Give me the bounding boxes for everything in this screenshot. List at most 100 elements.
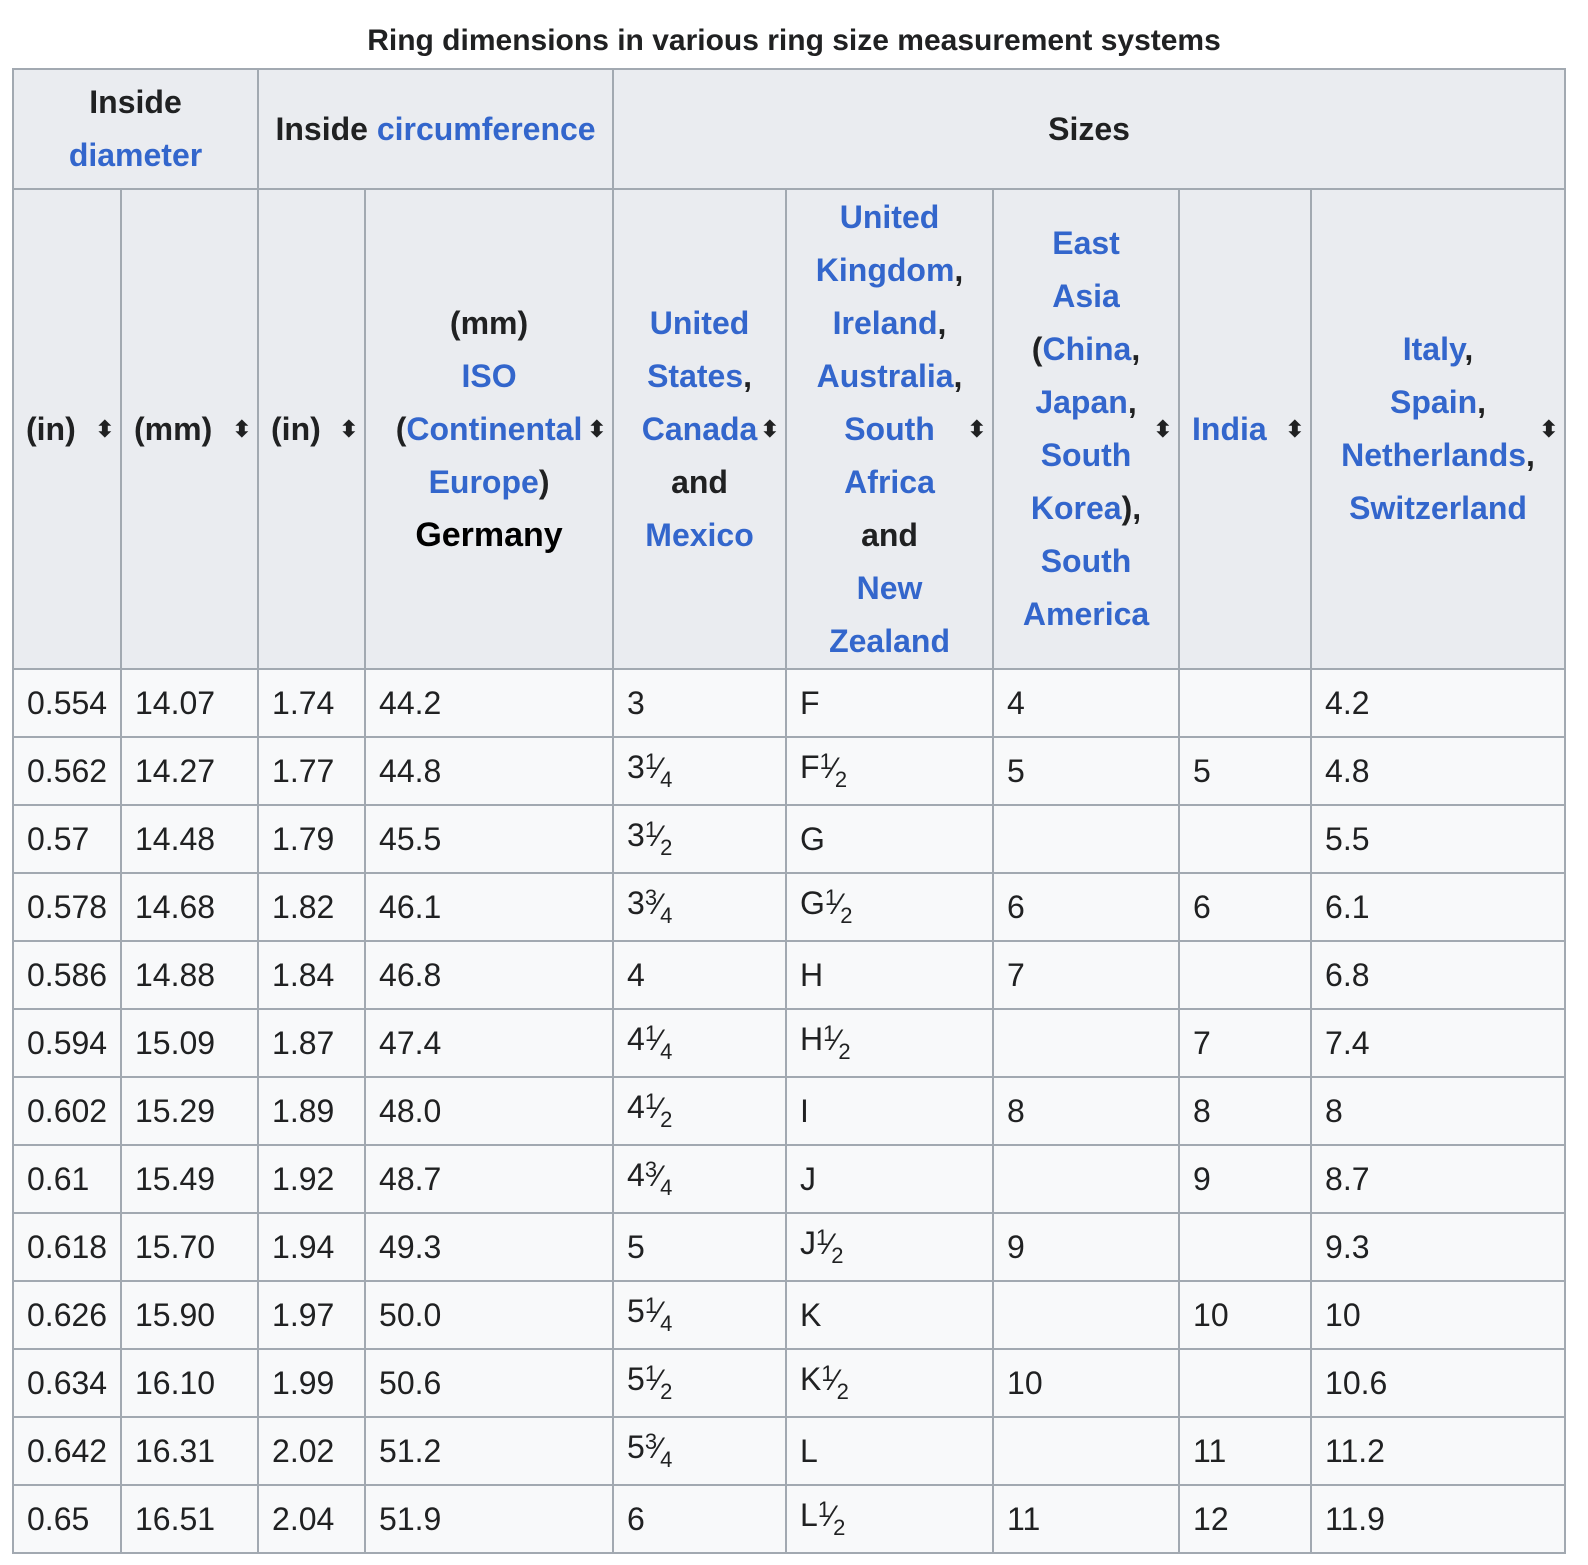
iso-link[interactable]: ISO bbox=[461, 358, 516, 394]
cell-iso: 46.1 bbox=[364, 872, 615, 942]
cell-india-size bbox=[1178, 804, 1313, 874]
fraction: 3⁄4 bbox=[644, 1429, 673, 1472]
south-korea-link[interactable]: South Korea bbox=[1031, 437, 1131, 526]
fraction-half: 1⁄2 bbox=[819, 749, 848, 792]
col-italy-spain[interactable]: Italy, Spain, Netherlands, Switzerland ⬍ bbox=[1310, 188, 1567, 670]
mexico-link[interactable]: Mexico bbox=[645, 517, 753, 553]
australia-link[interactable]: Australia bbox=[817, 358, 954, 394]
cell-east-asia-size: 7 bbox=[992, 940, 1181, 1010]
cell-east-asia-size: 4 bbox=[992, 668, 1181, 738]
cell-diameter-mm: 14.27 bbox=[119, 736, 260, 806]
east-asia-link[interactable]: East Asia bbox=[1052, 225, 1120, 314]
cell-circumference-in: 1.97 bbox=[257, 1280, 367, 1350]
uk-link[interactable]: United Kingdom bbox=[816, 199, 955, 288]
cell-uk-size: I bbox=[785, 1076, 995, 1146]
cell-india-size: 8 bbox=[1178, 1076, 1313, 1146]
col-iso[interactable]: (mm) ISO (Continental Europe) Germany ⬍ bbox=[364, 188, 615, 670]
cell-east-asia-size bbox=[992, 1416, 1181, 1486]
china-link[interactable]: China bbox=[1042, 331, 1131, 367]
cell-us-size: 43⁄4 bbox=[612, 1144, 788, 1214]
south-africa-link[interactable]: South Africa bbox=[844, 411, 935, 500]
japan-link[interactable]: Japan bbox=[1035, 384, 1127, 420]
sort-icon[interactable]: ⬍ bbox=[1154, 403, 1172, 456]
col-diameter-in[interactable]: (in) ⬍ bbox=[12, 188, 122, 670]
cell-diameter-mm: 15.49 bbox=[119, 1144, 260, 1214]
cell-uk-size: F1⁄2 bbox=[785, 736, 995, 806]
fraction: 3⁄4 bbox=[644, 885, 673, 928]
table-row: 0.554 14.07 1.74 44.2 3 F 4 4.2 bbox=[12, 668, 1567, 738]
sort-icon[interactable]: ⬍ bbox=[588, 403, 606, 456]
cell-diameter-in: 0.578 bbox=[12, 872, 122, 942]
col-circumference-in[interactable]: (in) ⬍ bbox=[257, 188, 367, 670]
cell-uk-size: G1⁄2 bbox=[785, 872, 995, 942]
cell-india-size: 6 bbox=[1178, 872, 1313, 942]
col-us-canada-mexico[interactable]: United States, Canada and Mexico ⬍ bbox=[612, 188, 788, 670]
cell-us-size: 6 bbox=[612, 1484, 788, 1554]
cell-iso: 48.0 bbox=[364, 1076, 615, 1146]
cell-diameter-mm: 16.31 bbox=[119, 1416, 260, 1486]
cell-diameter-mm: 15.70 bbox=[119, 1212, 260, 1282]
fraction-half: 1⁄2 bbox=[817, 1497, 846, 1540]
us-link[interactable]: United States bbox=[647, 305, 749, 394]
sort-icon[interactable]: ⬍ bbox=[96, 403, 114, 456]
cell-circumference-in: 1.89 bbox=[257, 1076, 367, 1146]
col-uk-ireland-australia[interactable]: United Kingdom, Ireland, Australia, South… bbox=[785, 188, 995, 670]
cell-east-asia-size bbox=[992, 804, 1181, 874]
canada-link[interactable]: Canada bbox=[642, 411, 758, 447]
cell-us-size: 31⁄2 bbox=[612, 804, 788, 874]
cell-circumference-in: 1.94 bbox=[257, 1212, 367, 1282]
cell-iso: 50.0 bbox=[364, 1280, 615, 1350]
cell-us-size: 53⁄4 bbox=[612, 1416, 788, 1486]
cell-india-size bbox=[1178, 668, 1313, 738]
cell-uk-size: G bbox=[785, 804, 995, 874]
col-india[interactable]: India ⬍ bbox=[1178, 188, 1313, 670]
cell-uk-size: L bbox=[785, 1416, 995, 1486]
cell-circumference-in: 1.92 bbox=[257, 1144, 367, 1214]
cell-india-size: 9 bbox=[1178, 1144, 1313, 1214]
italy-link[interactable]: Italy bbox=[1403, 331, 1465, 367]
sort-icon[interactable]: ⬍ bbox=[1286, 403, 1304, 456]
cell-us-size: 3 bbox=[612, 668, 788, 738]
spain-link[interactable]: Spain bbox=[1390, 384, 1477, 420]
cell-us-size: 5 bbox=[612, 1212, 788, 1282]
cell-uk-size: J bbox=[785, 1144, 995, 1214]
table-body: 0.554 14.07 1.74 44.2 3 F 4 4.2 0.562 14.27 1.77 44… bbox=[12, 668, 1567, 1554]
netherlands-link[interactable]: Netherlands bbox=[1341, 437, 1526, 473]
cell-east-asia-size bbox=[992, 1280, 1181, 1350]
continental-europe-link[interactable]: Continental Europe bbox=[406, 411, 582, 500]
col-east-asia[interactable]: East Asia (China, Japan, South Korea), Sou… bbox=[992, 188, 1181, 670]
cell-east-asia-size: 10 bbox=[992, 1348, 1181, 1418]
sort-icon[interactable]: ⬍ bbox=[968, 403, 986, 456]
table-row: 0.65 16.51 2.04 51.9 6 L1⁄2 11 12 11.9 bbox=[12, 1484, 1567, 1554]
circumference-link[interactable]: circumference bbox=[377, 111, 596, 147]
cell-iso: 51.9 bbox=[364, 1484, 615, 1554]
india-link[interactable]: India bbox=[1192, 411, 1267, 447]
south-america-link[interactable]: South America bbox=[1023, 543, 1149, 632]
fraction-half: 1⁄2 bbox=[824, 885, 853, 928]
sort-icon[interactable]: ⬍ bbox=[1540, 403, 1558, 456]
fraction: 1⁄4 bbox=[644, 1293, 673, 1336]
sort-icon[interactable]: ⬍ bbox=[233, 403, 251, 456]
cell-diameter-in: 0.602 bbox=[12, 1076, 122, 1146]
col-diameter-mm[interactable]: (mm) ⬍ bbox=[119, 188, 260, 670]
cell-iso: 44.8 bbox=[364, 736, 615, 806]
table-row: 0.602 15.29 1.89 48.0 41⁄2 I 8 8 8 bbox=[12, 1076, 1567, 1146]
sort-icon[interactable]: ⬍ bbox=[761, 403, 779, 456]
switzerland-link[interactable]: Switzerland bbox=[1349, 490, 1527, 526]
cell-east-asia-size bbox=[992, 1008, 1181, 1078]
cell-italy-size: 9.3 bbox=[1310, 1212, 1567, 1282]
fraction: 1⁄2 bbox=[644, 1089, 673, 1132]
cell-diameter-mm: 16.51 bbox=[119, 1484, 260, 1554]
fraction-half: 1⁄2 bbox=[821, 1361, 849, 1404]
cell-iso: 47.4 bbox=[364, 1008, 615, 1078]
germany-label: Germany bbox=[415, 515, 563, 554]
fraction-half: 1⁄2 bbox=[816, 1225, 844, 1268]
cell-east-asia-size: 11 bbox=[992, 1484, 1181, 1554]
sort-icon[interactable]: ⬍ bbox=[340, 403, 358, 456]
diameter-link[interactable]: diameter bbox=[69, 137, 202, 173]
inside-circumference-header: Inside circumference bbox=[257, 68, 615, 190]
new-zealand-link[interactable]: New Zealand bbox=[829, 570, 950, 659]
inside-diameter-header: Inside diameter bbox=[11, 68, 260, 190]
cell-india-size bbox=[1178, 1348, 1313, 1418]
ireland-link[interactable]: Ireland bbox=[833, 305, 938, 341]
